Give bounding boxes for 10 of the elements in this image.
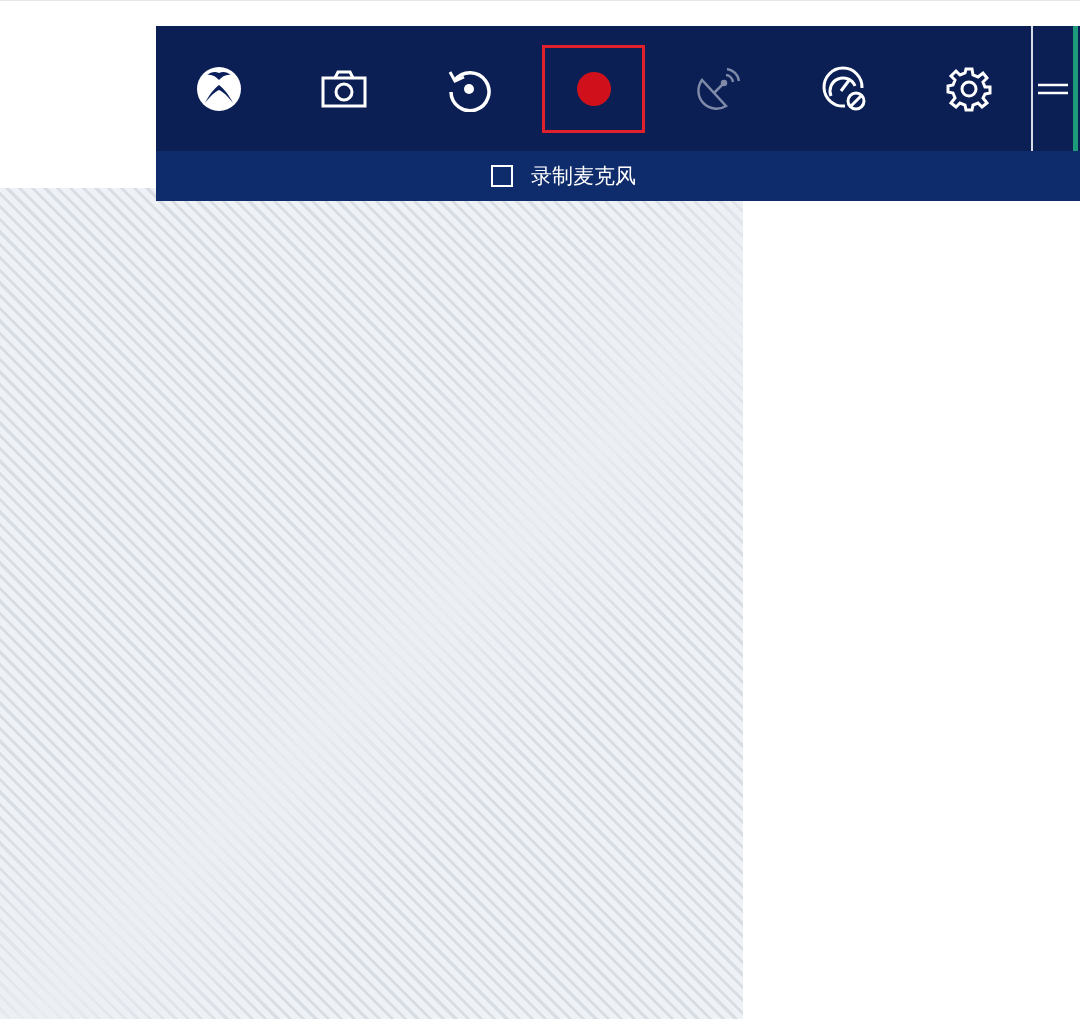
xbox-icon bbox=[195, 65, 242, 112]
record-icon bbox=[576, 71, 611, 106]
checkbox-label: 录制麦克风 bbox=[530, 163, 636, 190]
satellite-dish-icon bbox=[695, 65, 742, 112]
checkbox[interactable] bbox=[490, 165, 513, 187]
record-microphone-checkbox[interactable]: 录制麦克风 bbox=[490, 162, 636, 190]
camera-icon bbox=[320, 69, 367, 108]
settings-icon bbox=[945, 65, 992, 112]
gauge-icon bbox=[820, 65, 867, 112]
drag-handle-icon bbox=[1038, 82, 1068, 95]
